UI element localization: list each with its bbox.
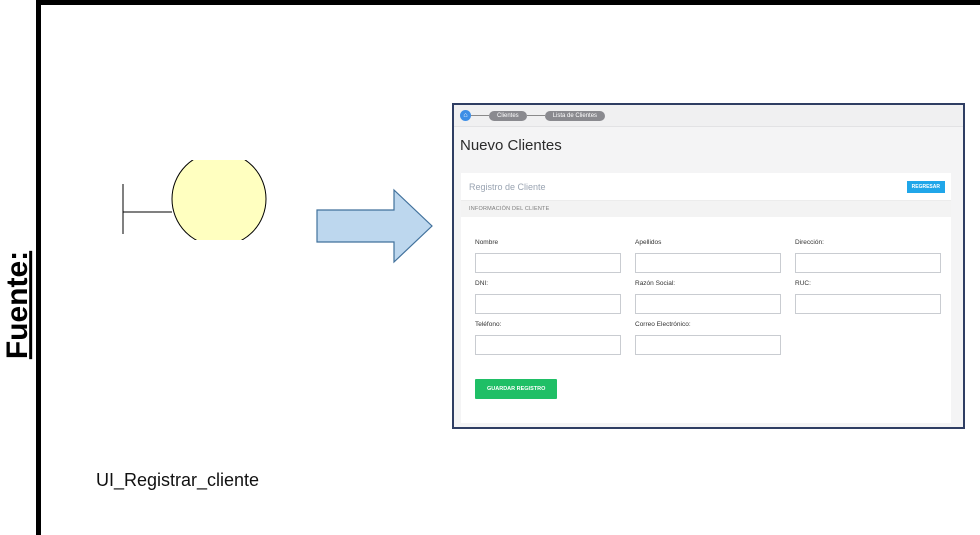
back-button[interactable]: REGRESAR: [906, 180, 945, 193]
field-apellidos: Apellidos: [635, 239, 781, 273]
field-grid: Nombre Apellidos Dirección: DNI: Razón S…: [475, 239, 941, 362]
home-icon[interactable]: ⌂: [460, 110, 471, 121]
direccion-input[interactable]: [795, 253, 941, 273]
razon-social-input[interactable]: [635, 294, 781, 314]
breadcrumb-item-lista[interactable]: Lista de Clientes: [544, 110, 606, 121]
field-dni: DNI:: [475, 280, 621, 314]
field-label: Dirección:: [795, 239, 824, 246]
section-title: INFORMACIÓN DEL CLIENTE: [461, 201, 951, 217]
field-row: DNI: Razón Social: RUC:: [475, 280, 941, 314]
field-razon-social: Razón Social:: [635, 280, 781, 314]
panel-header: Registro de Cliente REGRESAR: [461, 173, 951, 201]
field-label: Teléfono:: [475, 321, 502, 328]
field-label: Nombre: [475, 239, 499, 246]
diagram-caption: UI_Registrar_cliente: [96, 470, 260, 490]
right-arrow-icon: [316, 188, 433, 264]
telefono-input[interactable]: [475, 335, 621, 355]
side-label-text: Fuente:: [1, 250, 35, 360]
nombre-input[interactable]: [475, 253, 621, 273]
field-ruc: RUC:: [795, 280, 941, 314]
field-label: Correo Electrónico:: [635, 321, 691, 328]
breadcrumb-connector: [526, 115, 545, 116]
save-button[interactable]: GUARDAR REGISTRO: [475, 379, 558, 399]
form-screenshot: ⌂ Clientes Lista de Clientes Nuevo Clien…: [452, 103, 965, 429]
dni-input[interactable]: [475, 294, 621, 314]
field-row: Nombre Apellidos Dirección:: [475, 239, 941, 273]
boundary-circle: [171, 160, 267, 240]
breadcrumb: ⌂ Clientes Lista de Clientes: [454, 105, 963, 127]
panel-title: Registro de Cliente: [469, 181, 546, 192]
field-row: Teléfono: Correo Electrónico:: [475, 321, 941, 355]
form-panel: Registro de Cliente REGRESAR INFORMACIÓN…: [461, 173, 951, 423]
field-telefono: Teléfono:: [475, 321, 621, 355]
ruc-input[interactable]: [795, 294, 941, 314]
field-direccion: Dirección:: [795, 239, 941, 273]
breadcrumb-item-clientes[interactable]: Clientes: [489, 110, 527, 121]
side-label: Fuente:: [0, 220, 36, 390]
correo-input[interactable]: [635, 335, 781, 355]
field-correo: Correo Electrónico:: [635, 321, 781, 355]
boundary-icon: [122, 160, 267, 240]
breadcrumb-connector: [471, 115, 489, 116]
page-title: Nuevo Clientes: [460, 137, 562, 154]
field-label: Razón Social:: [635, 280, 676, 287]
field-label: DNI:: [475, 280, 488, 287]
apellidos-input[interactable]: [635, 253, 781, 273]
field-label: RUC:: [795, 280, 811, 287]
field-nombre: Nombre: [475, 239, 621, 273]
field-label: Apellidos: [635, 239, 662, 246]
